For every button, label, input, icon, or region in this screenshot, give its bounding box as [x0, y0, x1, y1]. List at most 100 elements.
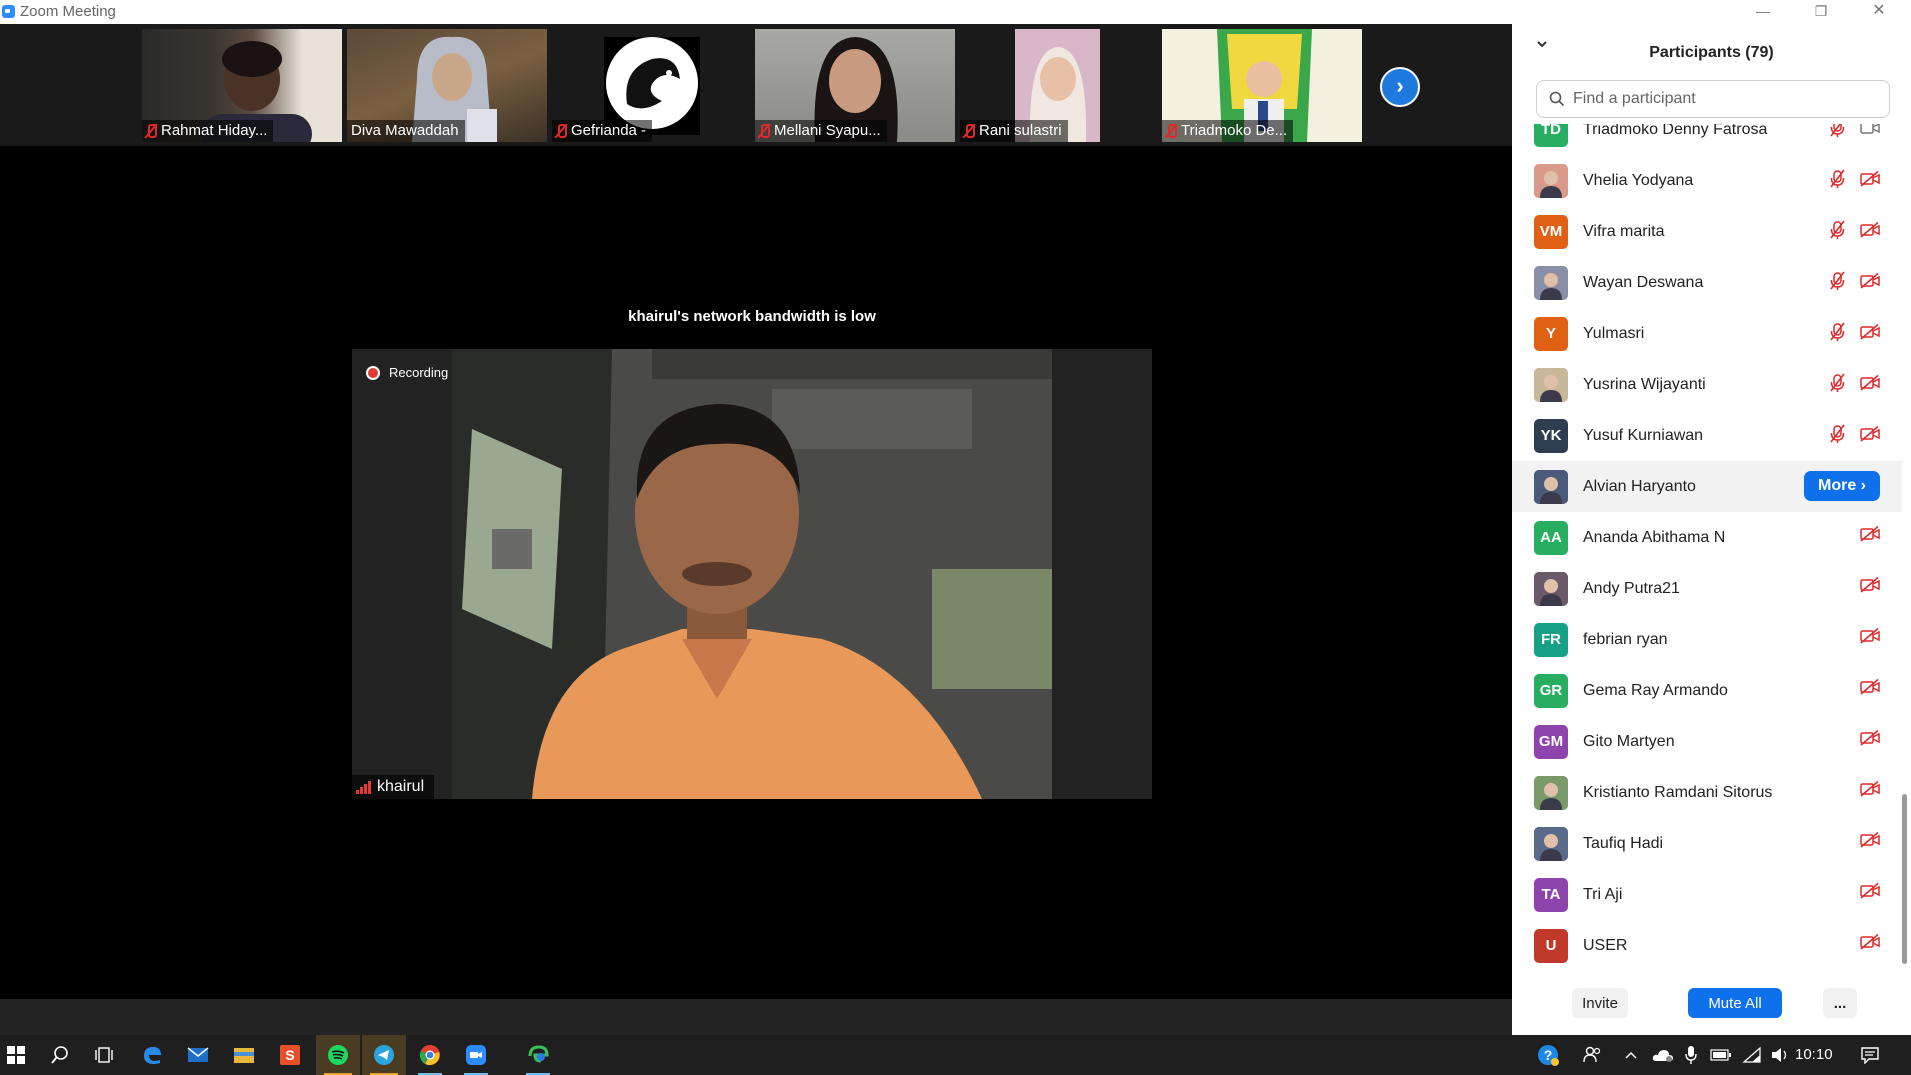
participant-name: Yusrina Wijayanti [1583, 375, 1706, 393]
participant-row[interactable]: GR Gema Ray Armando [1512, 665, 1902, 716]
participant-row[interactable]: TA Tri Aji [1512, 869, 1902, 920]
participant-row[interactable]: VM Vifra marita [1512, 206, 1902, 257]
taskbar-zoom[interactable] [454, 1035, 498, 1075]
taskbar-telegram[interactable] [362, 1035, 406, 1075]
avatar [1534, 163, 1568, 198]
participant-status-icons [1860, 934, 1880, 950]
mic-muted-icon[interactable] [1829, 124, 1846, 138]
video-off-icon[interactable] [1860, 781, 1880, 797]
minimize-button[interactable]: — [1740, 0, 1786, 24]
taskbar-clock[interactable]: 10:10 [1795, 1046, 1833, 1063]
video-off-icon[interactable] [1860, 883, 1880, 899]
taskbar-edge[interactable] [130, 1035, 174, 1075]
battery-tray-button[interactable] [1706, 1035, 1736, 1075]
search-input[interactable] [1573, 90, 1873, 108]
task-view-button[interactable] [82, 1035, 126, 1075]
tray-overflow-button[interactable] [1616, 1035, 1646, 1075]
mic-muted-icon[interactable] [1829, 373, 1846, 393]
mic-muted-icon[interactable] [1829, 169, 1846, 189]
participant-name: Alvian Haryanto [1583, 477, 1696, 495]
microphone-tray-button[interactable] [1678, 1035, 1704, 1075]
close-button[interactable]: ✕ [1856, 0, 1902, 24]
avatar: Y [1534, 316, 1568, 351]
mic-muted-icon[interactable] [1829, 322, 1846, 342]
taskbar-file-explorer[interactable] [222, 1035, 266, 1075]
video-off-icon[interactable] [1860, 526, 1880, 542]
participant-thumbnail[interactable]: Gefrianda - [552, 29, 752, 142]
participant-thumbnail[interactable]: Triadmoko De... [1162, 29, 1362, 142]
participant-thumbnail[interactable]: Rani sulastri [960, 29, 1100, 142]
mute-all-button[interactable]: Mute All [1688, 988, 1782, 1018]
avatar: TD [1534, 124, 1568, 147]
mic-muted-icon[interactable] [1829, 424, 1846, 444]
taskbar-chrome[interactable] [408, 1035, 452, 1075]
svg-text:S: S [285, 1047, 294, 1063]
participant-name: Vhelia Yodyana [1583, 171, 1694, 189]
participant-row[interactable]: Taufiq Hadi [1512, 818, 1902, 869]
video-off-icon[interactable] [1860, 222, 1880, 238]
video-off-icon[interactable] [1860, 628, 1880, 644]
participant-thumbnail[interactable]: Mellani Syapu... [755, 29, 955, 142]
participant-row[interactable]: TD Triadmoko Denny Fatrosa [1512, 124, 1902, 155]
mic-muted-icon[interactable] [1829, 271, 1846, 291]
participant-name: Ananda Abithama N [1583, 528, 1726, 546]
video-on-icon[interactable] [1860, 124, 1880, 136]
recording-label: Recording [389, 365, 449, 380]
participant-row[interactable]: Vhelia Yodyana [1512, 155, 1902, 206]
start-button[interactable] [0, 1035, 38, 1075]
file-explorer-icon [234, 1048, 254, 1063]
participant-row[interactable]: AA Ananda Abithama N [1512, 512, 1902, 563]
taskbar-edge-dev[interactable] [516, 1035, 560, 1075]
participant-thumbnail[interactable]: Rahmat Hiday... [142, 29, 342, 142]
thumbnail-name: Triadmoko De... [1162, 120, 1294, 142]
participant-more-button[interactable]: More › [1803, 471, 1880, 501]
video-off-icon[interactable] [1860, 679, 1880, 695]
invite-button[interactable]: Invite [1572, 988, 1628, 1018]
participant-name: febrian ryan [1583, 630, 1668, 648]
participant-row[interactable]: U USER [1512, 920, 1902, 971]
video-off-icon[interactable] [1860, 273, 1880, 289]
participant-row[interactable]: YK Yusuf Kurniawan [1512, 410, 1902, 461]
people-icon [1583, 1046, 1601, 1063]
help-icon: ? [1538, 1045, 1559, 1066]
participant-row[interactable]: Kristianto Ramdani Sitorus [1512, 767, 1902, 818]
onedrive-tray-button[interactable] [1648, 1035, 1678, 1075]
participants-title: Participants (79) [1649, 44, 1774, 61]
video-off-icon[interactable] [1860, 832, 1880, 848]
participant-row[interactable]: Andy Putra21 [1512, 563, 1902, 614]
speaker-name: khairul [377, 778, 425, 795]
avatar: U [1534, 928, 1568, 963]
video-off-icon[interactable] [1860, 171, 1880, 187]
video-off-icon[interactable] [1860, 375, 1880, 391]
participant-name: Wayan Deswana [1583, 273, 1704, 291]
video-off-icon[interactable] [1860, 324, 1880, 340]
mic-muted-icon[interactable] [1829, 220, 1846, 240]
participant-thumbnail[interactable]: Diva Mawaddah [347, 29, 547, 142]
notification-center-button[interactable] [1848, 1035, 1892, 1075]
video-off-icon[interactable] [1860, 577, 1880, 593]
participant-row[interactable]: Y Yulmasri [1512, 308, 1902, 359]
participant-row[interactable]: GM Gito Martyen [1512, 716, 1902, 767]
profile-photo [1534, 826, 1568, 861]
participant-row[interactable]: FR febrian ryan [1512, 614, 1902, 665]
wifi-tray-button[interactable] [1738, 1035, 1766, 1075]
volume-tray-button[interactable] [1766, 1035, 1794, 1075]
video-off-icon[interactable] [1860, 934, 1880, 950]
restore-button[interactable]: ❐ [1798, 0, 1844, 24]
taskbar-spotify[interactable] [316, 1035, 360, 1075]
video-off-icon[interactable] [1860, 426, 1880, 442]
taskbar-search-button[interactable] [38, 1035, 82, 1075]
video-off-icon[interactable] [1860, 730, 1880, 746]
participant-row[interactable]: Wayan Deswana [1512, 257, 1902, 308]
taskbar-sublime[interactable]: S [268, 1035, 312, 1075]
next-page-button[interactable]: › [1380, 67, 1420, 107]
microphone-icon [1685, 1046, 1697, 1064]
participant-list-scrollbar[interactable] [1902, 794, 1907, 964]
help-tray-button[interactable]: ? [1528, 1035, 1568, 1075]
participant-row[interactable]: Yusrina Wijayanti [1512, 359, 1902, 410]
taskbar-mail[interactable] [176, 1035, 220, 1075]
people-tray-button[interactable] [1572, 1035, 1612, 1075]
participant-status-icons [1829, 373, 1880, 393]
participant-row[interactable]: Alvian Haryanto More › [1512, 461, 1902, 512]
more-options-button[interactable]: ... [1823, 988, 1857, 1018]
